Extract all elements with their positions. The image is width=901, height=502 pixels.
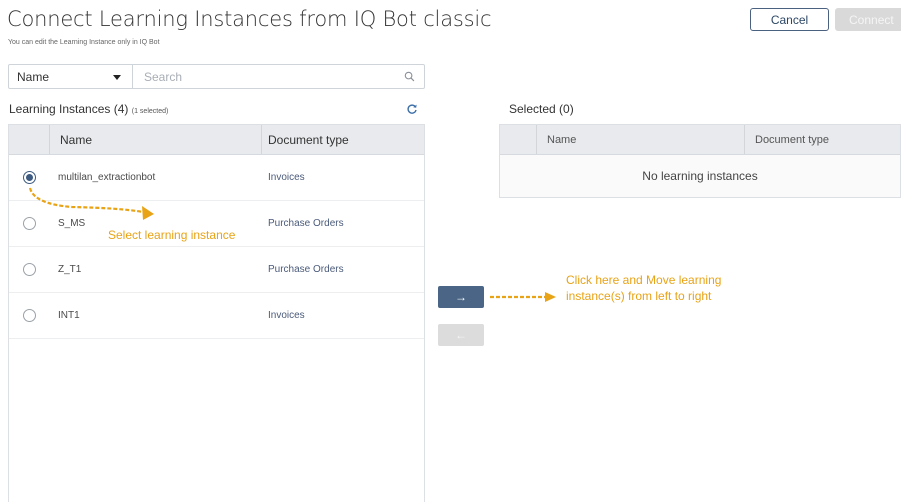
filter-bar: Name Search [8, 64, 425, 89]
row-document-type: Purchase Orders [268, 264, 344, 275]
search-placeholder: Search [144, 69, 183, 84]
selected-instances-table: Name Document type No learning instances [499, 124, 901, 198]
column-header-document-type[interactable]: Document type [744, 125, 900, 154]
learning-instances-label: Learning Instances [9, 102, 111, 116]
column-header-name[interactable]: Name [536, 125, 744, 154]
row-radio[interactable] [9, 171, 49, 184]
search-input[interactable]: Search [133, 65, 424, 88]
page-subtitle: You can edit the Learning Instance only … [8, 39, 160, 46]
row-document-type: Invoices [268, 310, 305, 321]
filter-field-select[interactable]: Name [9, 65, 133, 88]
column-header-document-type[interactable]: Document type [261, 125, 424, 154]
move-left-button[interactable]: ← [438, 324, 484, 346]
selected-heading: Selected (0) [509, 102, 574, 116]
table-header: Name Document type [9, 125, 424, 155]
row-radio[interactable] [9, 217, 49, 230]
filter-field-value: Name [17, 69, 50, 84]
row-name: INT1 [58, 310, 80, 321]
radio-icon [23, 309, 36, 322]
annotation-move-text: Click here and Move learning instance(s)… [566, 273, 722, 303]
annotation-select-text: Select learning instance [108, 228, 236, 242]
move-arrowhead-icon [545, 292, 556, 302]
radio-icon [23, 217, 36, 230]
header-select-cell [500, 125, 536, 154]
learning-instances-count: (4) [113, 102, 129, 116]
row-name: multilan_extractionbot [58, 172, 156, 183]
caret-down-icon [113, 75, 121, 80]
learning-instances-table: Name Document type multilan_extractionbo… [8, 124, 425, 502]
table-row[interactable]: INT1 Invoices [9, 293, 424, 339]
table-row[interactable]: multilan_extractionbot Invoices [9, 155, 424, 201]
column-header-name[interactable]: Name [49, 125, 261, 154]
selected-count-note: (1 selected) [131, 108, 169, 115]
row-document-type: Invoices [268, 172, 305, 183]
empty-state-text: No learning instances [500, 155, 900, 197]
row-radio[interactable] [9, 309, 49, 322]
row-document-type: Purchase Orders [268, 218, 344, 229]
page-title: Connect Learning Instances from IQ Bot c… [7, 7, 492, 31]
table-header: Name Document type [500, 125, 900, 155]
header-select-cell [9, 125, 49, 154]
search-icon[interactable] [404, 71, 415, 82]
row-name: Z_T1 [58, 264, 82, 275]
connect-button[interactable]: Connect [835, 8, 901, 31]
learning-instances-heading: Learning Instances (4) (1 selected) [9, 102, 168, 116]
row-radio[interactable] [9, 263, 49, 276]
move-right-button[interactable]: → [438, 286, 484, 308]
refresh-icon[interactable] [406, 103, 418, 115]
cancel-button[interactable]: Cancel [750, 8, 829, 31]
table-row[interactable]: Z_T1 Purchase Orders [9, 247, 424, 293]
radio-icon [23, 263, 36, 276]
radio-selected-icon [23, 171, 36, 184]
